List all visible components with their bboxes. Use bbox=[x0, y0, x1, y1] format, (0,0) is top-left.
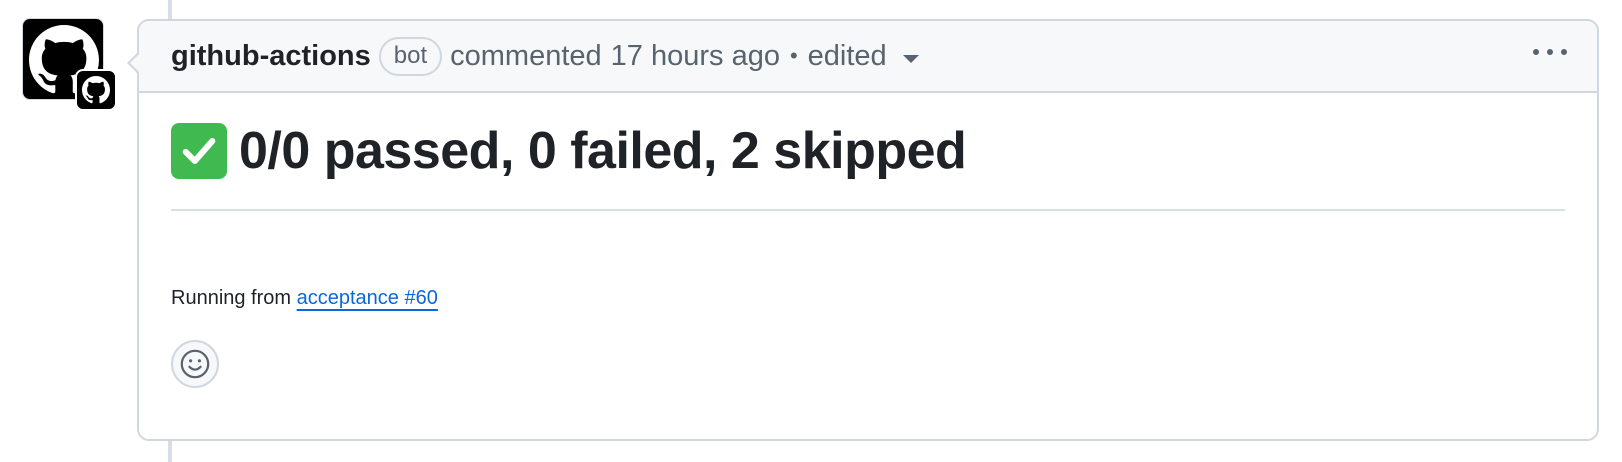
add-reaction-button[interactable] bbox=[171, 340, 219, 388]
app-badge bbox=[75, 69, 117, 111]
running-from-line: Running from acceptance #60 bbox=[171, 287, 1565, 310]
comment-header: github-actions bot commented 17 hours ag… bbox=[139, 21, 1597, 93]
separator-dot: • bbox=[789, 43, 798, 68]
comment-box: github-actions bot commented 17 hours ag… bbox=[127, 19, 1599, 441]
kebab-dot bbox=[1547, 49, 1553, 55]
comment-timestamp[interactable]: 17 hours ago bbox=[611, 40, 780, 73]
white-check-mark-icon bbox=[171, 123, 227, 179]
bot-badge: bot bbox=[378, 36, 443, 76]
chevron-down-icon bbox=[902, 55, 919, 63]
kebab-horizontal-icon[interactable] bbox=[1533, 49, 1567, 55]
kebab-dot bbox=[1561, 49, 1567, 55]
result-title: 0/0 passed, 0 failed, 2 skipped bbox=[239, 122, 967, 180]
result-heading: 0/0 passed, 0 failed, 2 skipped bbox=[171, 93, 1565, 211]
comment-action: commented bbox=[450, 39, 602, 72]
author-link[interactable]: github-actions bbox=[171, 40, 371, 73]
running-prefix: Running from bbox=[171, 287, 292, 309]
comment-body: 0/0 passed, 0 failed, 2 skipped Running … bbox=[139, 93, 1597, 388]
run-link[interactable]: acceptance #60 bbox=[297, 287, 438, 309]
check-glyph bbox=[182, 138, 216, 164]
smiley-icon bbox=[180, 349, 210, 379]
avatar[interactable] bbox=[22, 18, 117, 111]
edited-label: edited bbox=[807, 39, 887, 72]
kebab-dot bbox=[1533, 49, 1539, 55]
github-mark-icon bbox=[82, 76, 110, 104]
edited-dropdown[interactable]: edited bbox=[808, 40, 919, 73]
